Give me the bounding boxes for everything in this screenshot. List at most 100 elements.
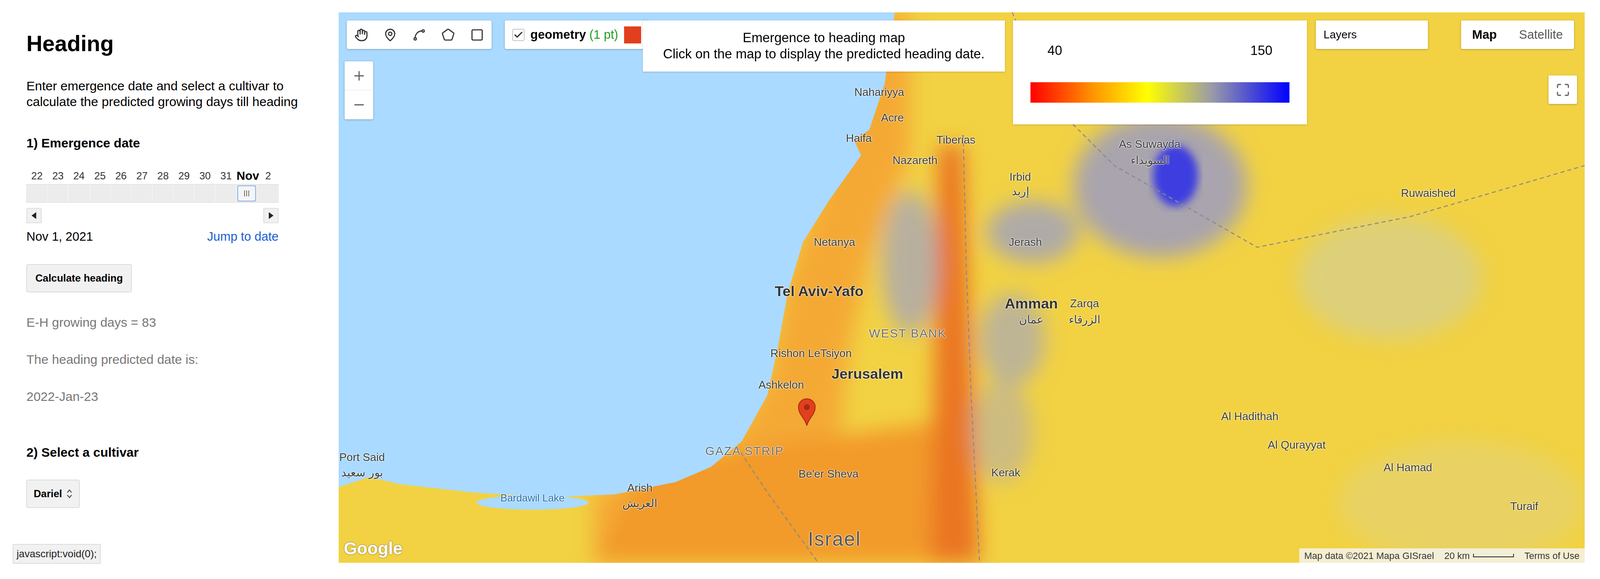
date-tick: 24 bbox=[68, 169, 90, 183]
map-label: Al Hadithah bbox=[1221, 410, 1279, 422]
map-label: Nazareth bbox=[892, 154, 938, 166]
track-cell[interactable] bbox=[194, 184, 216, 203]
map-label: Amman bbox=[1004, 296, 1059, 311]
geometry-layer-chip[interactable]: geometry(1 pt) bbox=[504, 20, 649, 49]
map-label: Jerusalem bbox=[831, 366, 904, 381]
draw-tool[interactable] bbox=[404, 20, 434, 49]
date-value: Nov 1, 2021 bbox=[26, 227, 93, 247]
tool-icon[interactable] bbox=[441, 28, 455, 42]
map-label: Kerak bbox=[991, 466, 1021, 478]
zoom-in-button[interactable] bbox=[344, 61, 374, 91]
layer-name: geometry bbox=[530, 25, 587, 45]
draw-tool[interactable] bbox=[433, 20, 463, 49]
panel-description: Enter emergence date and select a cultiv… bbox=[26, 77, 308, 110]
map-label: WEST BANK bbox=[869, 327, 947, 340]
legend: 40150 bbox=[1012, 20, 1307, 125]
date-track[interactable] bbox=[26, 184, 279, 203]
legend-max: 150 bbox=[1250, 40, 1273, 61]
predicted-label: The heading predicted date is: bbox=[26, 349, 322, 369]
legend-bar bbox=[1030, 82, 1290, 103]
status-bar: javascript:void(0); bbox=[12, 543, 101, 564]
tool-icon[interactable] bbox=[412, 28, 426, 42]
prev-arrow-icon[interactable] bbox=[26, 207, 42, 224]
minus-icon[interactable] bbox=[351, 97, 367, 113]
fullscreen-icon[interactable] bbox=[1555, 82, 1571, 98]
terms-link[interactable]: Terms of Use bbox=[1524, 548, 1580, 563]
map[interactable]: NahariyyaAcreHaifaTiberiasNazarethIrbidإ… bbox=[338, 12, 1585, 563]
plus-icon[interactable] bbox=[351, 68, 367, 84]
track-cell[interactable] bbox=[47, 184, 69, 203]
date-tick: 28 bbox=[152, 169, 174, 183]
date-slider[interactable]: 22232425262728293031Nov2Nov 1, 2021Jump … bbox=[26, 169, 283, 247]
map-label: Tel Aviv-Yafo bbox=[774, 283, 864, 299]
date-tick: 27 bbox=[131, 169, 153, 183]
info-title: Emergence to heading map bbox=[742, 29, 906, 47]
slider-thumb[interactable] bbox=[237, 185, 257, 202]
map-label: Ashkelon bbox=[758, 379, 805, 391]
info-hint: Click on the map to display the predicte… bbox=[663, 46, 985, 63]
tool-icon[interactable] bbox=[383, 28, 398, 42]
draw-toolbar bbox=[346, 20, 492, 49]
map-label: Nahariyya bbox=[854, 86, 904, 98]
map-label: Jerash bbox=[1008, 236, 1042, 248]
date-tick: 31 bbox=[215, 169, 237, 183]
track-cell[interactable] bbox=[236, 184, 258, 203]
zoom-out-button[interactable] bbox=[344, 90, 374, 120]
date-tick: Nov bbox=[236, 169, 258, 183]
map-label: عمان bbox=[1018, 313, 1044, 326]
track-cell[interactable] bbox=[68, 184, 90, 203]
date-tick: 2 bbox=[257, 169, 279, 183]
map-label: Haifa bbox=[846, 132, 872, 144]
track-cell[interactable] bbox=[110, 184, 132, 203]
check-icon bbox=[513, 29, 524, 41]
map-label: Al Qurayyat bbox=[1267, 439, 1326, 451]
date-tick: 29 bbox=[173, 169, 195, 183]
marker-icon[interactable] bbox=[796, 397, 818, 427]
map-type-button[interactable]: Map bbox=[1461, 20, 1508, 49]
track-cell[interactable] bbox=[152, 184, 174, 203]
map-label: Al Hamad bbox=[1383, 461, 1433, 473]
next-arrow-icon[interactable] bbox=[263, 207, 279, 224]
jump-to-date-link[interactable]: Jump to date bbox=[207, 227, 279, 247]
date-tick: 22 bbox=[26, 169, 48, 183]
map-label: Arish bbox=[627, 482, 653, 494]
map-type-toggle: MapSatellite bbox=[1461, 20, 1575, 49]
map-label: Turaif bbox=[1510, 500, 1539, 512]
layers-button[interactable]: Layers bbox=[1315, 20, 1428, 49]
track-cell[interactable] bbox=[89, 184, 111, 203]
calculate-button[interactable]: Calculate heading bbox=[26, 264, 132, 293]
layer-checkbox[interactable] bbox=[512, 28, 525, 41]
map-label: السويداء bbox=[1130, 154, 1170, 166]
side-panel: HeadingEnter emergence date and select a… bbox=[0, 0, 339, 579]
track-cell[interactable] bbox=[215, 184, 237, 203]
map-data-text: Map data ©2021 Mapa GISrael bbox=[1304, 548, 1435, 563]
track-cell[interactable] bbox=[131, 184, 153, 203]
fullscreen-button[interactable] bbox=[1548, 75, 1577, 104]
map-label: Rishon LeTsiyon bbox=[770, 347, 852, 359]
zoom-control bbox=[344, 61, 374, 120]
cultivar-select[interactable]: Dariel bbox=[26, 479, 80, 508]
map-label: Netanya bbox=[814, 236, 856, 248]
map-container: NahariyyaAcreHaifaTiberiasNazarethIrbidإ… bbox=[338, 0, 1600, 579]
map-label: Acre bbox=[880, 112, 904, 124]
growing-days: E-H growing days = 83 bbox=[26, 312, 322, 332]
draw-tool[interactable] bbox=[346, 20, 376, 49]
tool-icon[interactable] bbox=[354, 28, 369, 42]
track-cell[interactable] bbox=[173, 184, 195, 203]
map-label: Ruwaished bbox=[1401, 187, 1457, 199]
date-tick: 23 bbox=[47, 169, 69, 183]
track-cell[interactable] bbox=[257, 184, 279, 203]
map-label: As Suwayda bbox=[1119, 138, 1181, 150]
draw-tool[interactable] bbox=[375, 20, 405, 49]
map-label: العريش bbox=[622, 497, 658, 509]
map-label: Tiberias bbox=[936, 134, 976, 146]
app: HeadingEnter emergence date and select a… bbox=[0, 0, 1600, 579]
map-type-button[interactable]: Satellite bbox=[1507, 20, 1575, 49]
tool-icon[interactable] bbox=[470, 28, 484, 42]
emergence-label: 1) Emergence date bbox=[26, 133, 322, 153]
heatmap bbox=[338, 12, 1585, 563]
map-label: Israel bbox=[808, 529, 861, 549]
attribution-bar: Map data ©2021 Mapa GISrael20 kmTerms of… bbox=[1299, 548, 1585, 563]
draw-tool[interactable] bbox=[462, 20, 492, 49]
track-cell[interactable] bbox=[26, 184, 48, 203]
